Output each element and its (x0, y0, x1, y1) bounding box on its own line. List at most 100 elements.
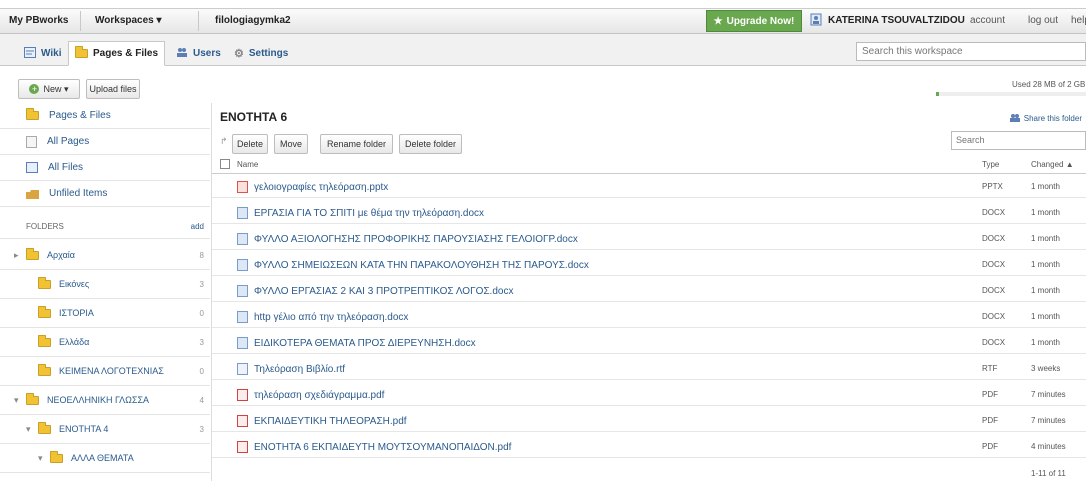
sidebar-folder-item[interactable]: ΙΣΤΟΡΙΑ 0 (0, 299, 210, 328)
gear-icon: ⚙ (234, 48, 244, 60)
file-name-cell[interactable]: ΕΚΠΑΙΔΕΥΤΙΚΗ ΤΗΛΕΟΡΑΣΗ.pdf (237, 415, 407, 427)
delete-folder-button[interactable]: Delete folder (399, 134, 462, 154)
pages-files-icon (26, 108, 39, 120)
help-link[interactable]: help (1071, 15, 1086, 26)
sidebar-nav-item[interactable]: Pages & Files (0, 103, 210, 129)
workspaces-menu[interactable]: Workspaces ▾ (95, 15, 162, 26)
file-row[interactable]: ΦΥΛΛΟ ΣΗΜΕΙΩΣΕΩΝ ΚΑΤΑ ΤΗΝ ΠΑΡΑΚΟΛΟΥΘΗΣΗ … (212, 253, 1086, 276)
sidebar-folder-item[interactable]: ▾ ΕΝΟΤΗΤΑ 4 3 (0, 415, 210, 444)
file-name-cell[interactable]: ΕΙΔΙΚΟΤΕΡΑ ΘΕΜΑΤΑ ΠΡΟΣ ΔΙΕΡΕΥΝΗΣΗ.docx (237, 337, 476, 349)
tab-settings[interactable]: ⚙ Settings (228, 41, 294, 66)
file-name-link[interactable]: ΕΡΓΑΣΙΑ ΓΙΑ ΤΟ ΣΠΙΤΙ με θέμα την τηλεόρα… (254, 208, 484, 219)
folder-count: 3 (199, 424, 204, 434)
doc-file-icon (237, 337, 248, 349)
file-row[interactable]: ΕΝΟΤΗΤΑ 6 ΕΚΠΑΙΔΕΥΤΗ ΜΟΥΤΣΟΥΜΑΝΟΠΑΙΔΟΝ.p… (212, 435, 1086, 458)
sidebar-folder-item[interactable]: ▸ Αρχαία 8 (0, 241, 210, 270)
add-folder-link[interactable]: add (191, 222, 204, 231)
move-button[interactable]: Move (274, 134, 308, 154)
tab-bar: Wiki Pages & Files Users ⚙ Settings Sear… (0, 34, 1086, 66)
upgrade-button[interactable]: ★ Upgrade Now! (706, 10, 802, 32)
file-row[interactable]: Τηλεόραση Βιβλίο.rtf RTF 3 weeks (212, 357, 1086, 380)
file-type: DOCX (982, 234, 1006, 243)
delete-button[interactable]: Delete (232, 134, 268, 154)
folders-header-label: FOLDERS (26, 222, 64, 231)
file-name-cell[interactable]: ΦΥΛΛΟ ΣΗΜΕΙΩΣΕΩΝ ΚΑΤΑ ΤΗΝ ΠΑΡΑΚΟΛΟΥΘΗΣΗ … (237, 259, 589, 271)
file-name-link[interactable]: ΦΥΛΛΟ ΕΡΓΑΣΙΑΣ 2 ΚΑΙ 3 ΠΡΟΤΡΕΠΤΙΚΟΣ ΛΟΓΟ… (254, 286, 513, 297)
tab-label: Wiki (41, 48, 62, 59)
file-name-link[interactable]: http γέλιο από την τηλεόραση.docx (254, 312, 408, 323)
tab-users[interactable]: Users (170, 41, 227, 66)
rtf-file-icon (237, 363, 248, 375)
file-name-link[interactable]: τηλεόραση σχεδιάγραμμα.pdf (254, 390, 384, 401)
file-name-link[interactable]: ΕΙΔΙΚΟΤΕΡΑ ΘΕΜΑΤΑ ΠΡΟΣ ΔΙΕΡΕΥΝΗΣΗ.docx (254, 338, 476, 349)
select-all-checkbox[interactable] (220, 159, 230, 169)
logout-link[interactable]: log out (1028, 15, 1058, 26)
file-changed: 4 minutes (1031, 442, 1066, 451)
sidebar-folder-item[interactable]: Εικόνες 3 (0, 270, 210, 299)
collapse-arrow-icon[interactable]: ▾ (14, 395, 19, 406)
file-name-cell[interactable]: Τηλεόραση Βιβλίο.rtf (237, 363, 345, 375)
file-name-cell[interactable]: ΦΥΛΛΟ ΕΡΓΑΣΙΑΣ 2 ΚΑΙ 3 ΠΡΟΤΡΕΠΤΙΚΟΣ ΛΟΓΟ… (237, 285, 513, 297)
collapse-arrow-icon[interactable]: ▾ (38, 453, 43, 464)
file-type: DOCX (982, 312, 1006, 321)
file-name-cell[interactable]: ΕΝΟΤΗΤΑ 6 ΕΚΠΑΙΔΕΥΤΗ ΜΟΥΤΣΟΥΜΑΝΟΠΑΙΔΟΝ.p… (237, 441, 511, 453)
collapse-arrow-icon[interactable]: ▾ (26, 424, 31, 435)
divider (80, 11, 81, 31)
file-name-link[interactable]: ΕΝΟΤΗΤΑ 6 ΕΚΠΑΙΔΕΥΤΗ ΜΟΥΤΣΟΥΜΑΝΟΠΑΙΔΟΝ.p… (254, 442, 511, 453)
rename-folder-button[interactable]: Rename folder (320, 134, 393, 154)
sidebar-folder-item[interactable]: ▾ ΝΕΟΕΛΛΗΝΙΚΗ ΓΛΩΣΣΑ 4 (0, 386, 210, 415)
sidebar-nav-item[interactable]: Unfiled Items (0, 181, 210, 207)
folder-icon (38, 421, 51, 434)
column-name[interactable]: Name (237, 160, 258, 169)
file-name-link[interactable]: ΦΥΛΛΟ ΣΗΜΕΙΩΣΕΩΝ ΚΑΤΑ ΤΗΝ ΠΑΡΑΚΟΛΟΥΘΗΣΗ … (254, 260, 589, 271)
file-name-link[interactable]: ΦΥΛΛΟ ΑΞΙΟΛΟΓΗΣΗΣ ΠΡΟΦΟΡΙΚΗΣ ΠΑΡΟΥΣΙΑΣΗΣ… (254, 234, 578, 245)
workspace-search-input[interactable]: Search this workspace (856, 42, 1086, 61)
file-name-link[interactable]: γελοιογραφίες τηλεόραση.pptx (254, 182, 388, 193)
column-changed[interactable]: Changed ▲ (1031, 160, 1074, 169)
tab-wiki[interactable]: Wiki (18, 41, 67, 66)
file-name-cell[interactable]: http γέλιο από την τηλεόραση.docx (237, 311, 408, 323)
new-button[interactable]: + New ▾ (18, 79, 80, 99)
sidebar-folder-item[interactable]: ΚΕΙΜΕΝΑ ΛΟΓΟΤΕΧΝΙΑΣ 0 (0, 357, 210, 386)
file-type: PDF (982, 416, 998, 425)
column-type[interactable]: Type (982, 160, 999, 169)
folder-count: 0 (199, 308, 204, 318)
file-row[interactable]: ΕΚΠΑΙΔΕΥΤΙΚΗ ΤΗΛΕΟΡΑΣΗ.pdf PDF 7 minutes (212, 409, 1086, 432)
file-row[interactable]: http γέλιο από την τηλεόραση.docx DOCX 1 m… (212, 305, 1086, 328)
sidebar-nav-item[interactable]: All Pages (0, 129, 210, 155)
folder-icon (38, 334, 51, 347)
sidebar-nav-label: All Pages (47, 136, 90, 147)
user-name[interactable]: KATERINA TSOUVALTZIDOU (828, 15, 965, 26)
file-type: RTF (982, 364, 998, 373)
upgrade-label: Upgrade Now! (726, 15, 795, 27)
file-name-link[interactable]: ΕΚΠΑΙΔΕΥΤΙΚΗ ΤΗΛΕΟΡΑΣΗ.pdf (254, 416, 407, 427)
folder-label: ΝΕΟΕΛΛΗΝΙΚΗ ΓΛΩΣΣΑ (47, 395, 150, 405)
file-name-cell[interactable]: γελοιογραφίες τηλεόραση.pptx (237, 181, 388, 193)
share-icon (1009, 113, 1020, 124)
sidebar-nav-label: Pages & Files (49, 110, 111, 121)
file-name-cell[interactable]: ΕΡΓΑΣΙΑ ΓΙΑ ΤΟ ΣΠΙΤΙ με θέμα την τηλεόρα… (237, 207, 484, 219)
file-name-link[interactable]: Τηλεόραση Βιβλίο.rtf (254, 364, 345, 375)
upload-files-button[interactable]: Upload files (86, 79, 140, 99)
sidebar-nav-item[interactable]: All Files (0, 155, 210, 181)
files-search-input[interactable]: Search (951, 131, 1086, 150)
file-name-cell[interactable]: ΦΥΛΛΟ ΑΞΙΟΛΟΓΗΣΗΣ ΠΡΟΦΟΡΙΚΗΣ ΠΑΡΟΥΣΙΑΣΗΣ… (237, 233, 578, 245)
my-pbworks-link[interactable]: My PBworks (9, 15, 68, 26)
file-row[interactable]: ΦΥΛΛΟ ΕΡΓΑΣΙΑΣ 2 ΚΑΙ 3 ΠΡΟΤΡΕΠΤΙΚΟΣ ΛΟΓΟ… (212, 279, 1086, 302)
file-row[interactable]: ΦΥΛΛΟ ΑΞΙΟΛΟΓΗΣΗΣ ΠΡΟΦΟΡΙΚΗΣ ΠΑΡΟΥΣΙΑΣΗΣ… (212, 227, 1086, 250)
file-name-cell[interactable]: τηλεόραση σχεδιάγραμμα.pdf (237, 389, 384, 401)
file-row[interactable]: γελοιογραφίες τηλεόραση.pptx PPTX 1 month (212, 175, 1086, 198)
folder-count: 8 (199, 250, 204, 260)
workspace-name[interactable]: filologiagymka2 (215, 15, 291, 26)
expand-arrow-icon[interactable]: ▸ (14, 250, 19, 261)
tab-pages-files[interactable]: Pages & Files (68, 41, 166, 66)
file-row[interactable]: ΕΙΔΙΚΟΤΕΡΑ ΘΕΜΑΤΑ ΠΡΟΣ ΔΙΕΡΕΥΝΗΣΗ.docx DO… (212, 331, 1086, 354)
file-row[interactable]: ΕΡΓΑΣΙΑ ΓΙΑ ΤΟ ΣΠΙΤΙ με θέμα την τηλεόρα… (212, 201, 1086, 224)
plus-icon: + (29, 84, 40, 94)
sidebar-folder-item[interactable]: Ελλάδα 3 (0, 328, 210, 357)
folder-label: ΑΛΛΑ ΘΕΜΑΤΑ (71, 453, 134, 463)
file-row[interactable]: τηλεόραση σχεδιάγραμμα.pdf PDF 7 minutes (212, 383, 1086, 406)
sidebar-folder-item[interactable]: ▾ ΑΛΛΑ ΘΕΜΑΤΑ (0, 444, 210, 473)
share-folder-link[interactable]: Share this folder (1009, 113, 1082, 124)
account-link[interactable]: account (970, 15, 1005, 26)
